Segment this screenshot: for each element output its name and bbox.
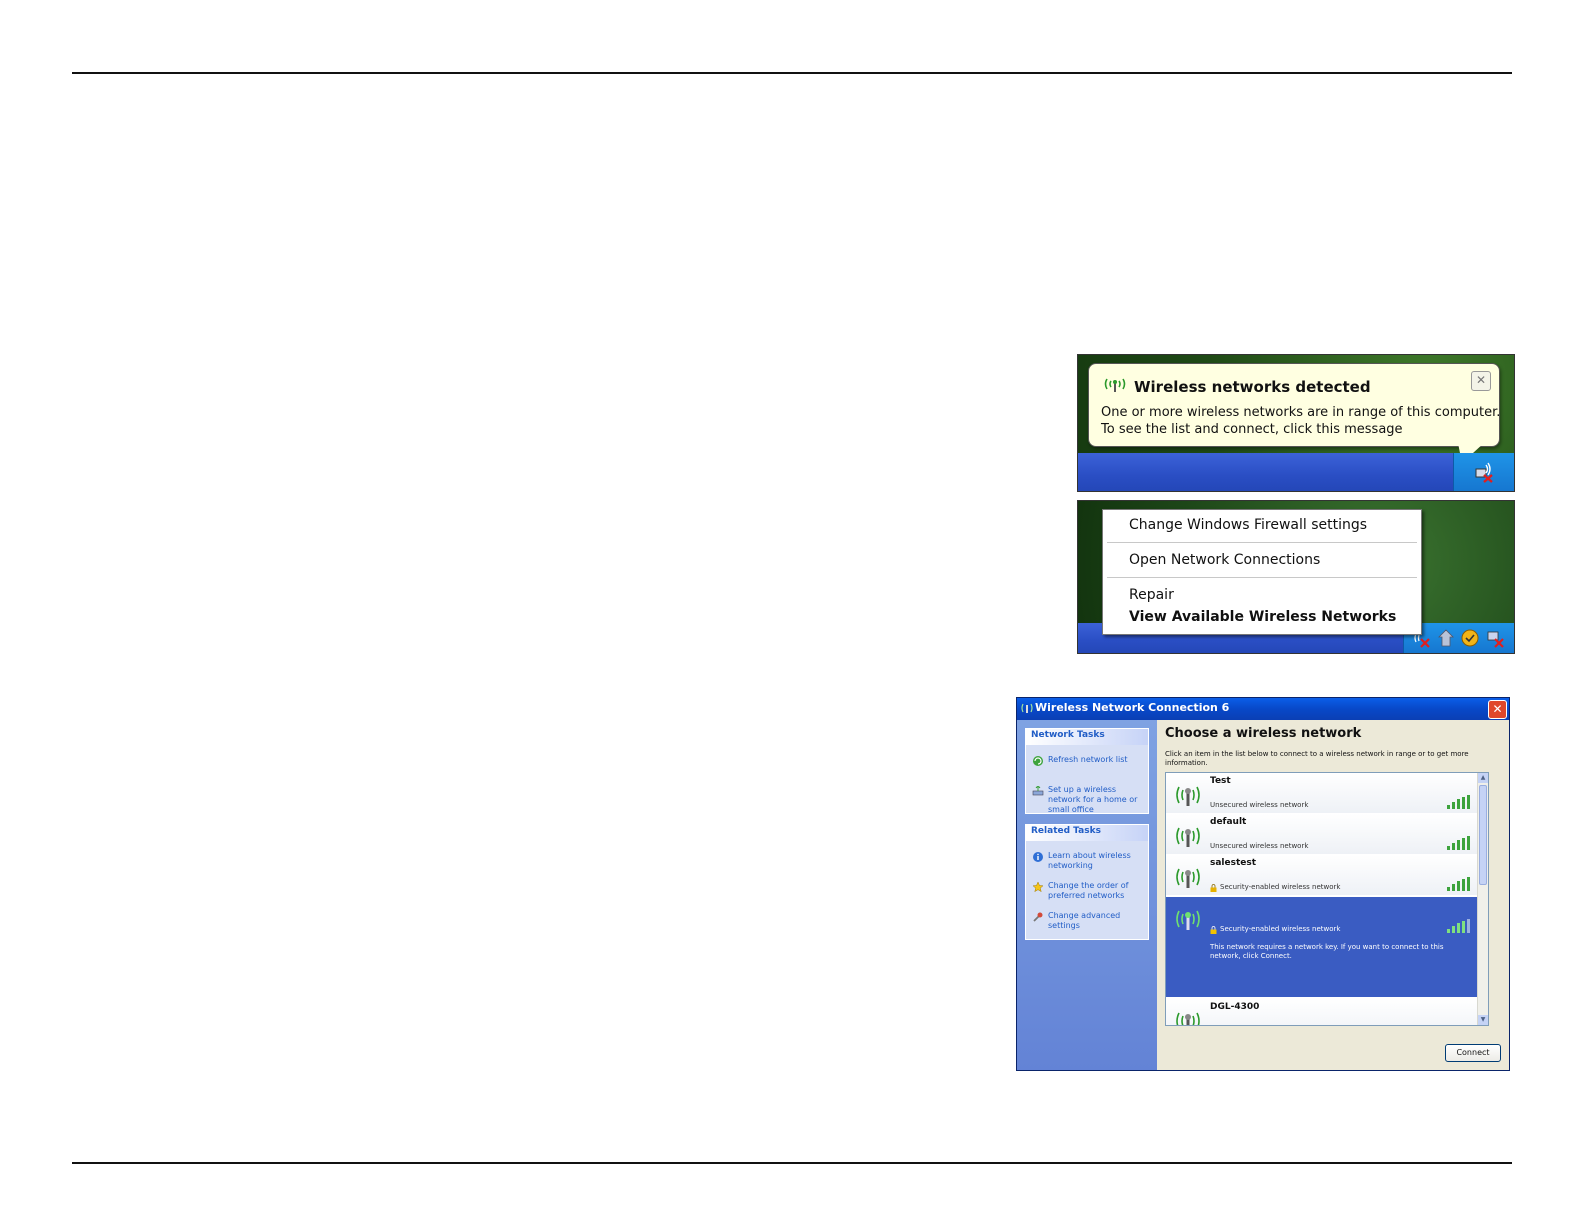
dialog-titlebar[interactable]: Wireless Network Connection 6 ✕ xyxy=(1017,698,1509,720)
wireless-icon xyxy=(1104,378,1126,392)
wireless-antenna-icon xyxy=(1176,786,1200,806)
info-icon xyxy=(1033,852,1043,862)
change-order-preferred-link[interactable]: Change the order of preferred networks xyxy=(1048,881,1146,901)
network-tasks-header: Network Tasks xyxy=(1026,729,1148,745)
network-security: Unsecured wireless network xyxy=(1210,801,1309,809)
network-name: default xyxy=(1210,817,1247,827)
menu-item-firewall-settings[interactable]: Change Windows Firewall settings xyxy=(1129,517,1367,533)
signal-strength-icon xyxy=(1446,1019,1472,1026)
scroll-up-arrow-icon[interactable]: ▲ xyxy=(1478,773,1488,783)
task-pane: Network Tasks Refresh network list Set u… xyxy=(1017,720,1157,1070)
menu-separator xyxy=(1107,577,1417,578)
wireless-antenna-icon xyxy=(1176,1012,1200,1025)
main-content: Choose a wireless network Click an item … xyxy=(1157,720,1509,1070)
dialog-title: Wireless Network Connection 6 xyxy=(1035,701,1230,714)
balloon-line-1: One or more wireless networks are in ran… xyxy=(1101,405,1501,420)
network-item-selected[interactable]: Security-enabled wireless network This n… xyxy=(1166,897,1478,997)
refresh-icon xyxy=(1033,756,1043,766)
network-name: Test xyxy=(1210,776,1231,786)
network-security: Security-enabled wireless network xyxy=(1220,925,1341,933)
balloon-screenshot: Wireless networks detected ✕ One or more… xyxy=(1077,354,1515,492)
page-title: Choose a wireless network xyxy=(1165,726,1362,741)
network-disconnected-icon[interactable] xyxy=(1486,628,1506,648)
network-item-default[interactable]: default Unsecured wireless network xyxy=(1166,814,1478,854)
connect-button[interactable]: Connect xyxy=(1445,1044,1501,1062)
balloon-message: One or more wireless networks are in ran… xyxy=(1101,404,1500,438)
network-item-test[interactable]: Test Unsecured wireless network xyxy=(1166,773,1478,813)
lock-icon xyxy=(1210,884,1217,892)
network-list-scrollbar[interactable]: ▲ ▼ xyxy=(1477,773,1488,1025)
close-button[interactable]: ✕ xyxy=(1488,700,1507,719)
signal-strength-icon xyxy=(1447,795,1470,809)
wireless-network-dialog: Wireless Network Connection 6 ✕ Network … xyxy=(1016,697,1510,1071)
network-security: Security-enabled wireless network xyxy=(1220,883,1341,891)
lock-icon xyxy=(1210,926,1217,934)
wireless-antenna-icon xyxy=(1176,868,1200,888)
menu-item-view-available-networks[interactable]: View Available Wireless Networks xyxy=(1129,609,1396,625)
wireless-antenna-icon xyxy=(1176,910,1200,930)
instructions-text: Click an item in the list below to conne… xyxy=(1165,750,1469,767)
top-rule xyxy=(72,72,1512,74)
menu-item-repair[interactable]: Repair xyxy=(1129,587,1174,603)
tray-context-menu: Change Windows Firewall settings Open Ne… xyxy=(1102,509,1422,635)
refresh-network-list-link[interactable]: Refresh network list xyxy=(1048,755,1146,765)
wireless-icon xyxy=(1021,703,1033,713)
related-tasks-box: Related Tasks Learn about wireless netwo… xyxy=(1025,824,1149,940)
signal-strength-icon xyxy=(1447,836,1470,850)
menu-item-open-network-connections[interactable]: Open Network Connections xyxy=(1129,552,1320,568)
setup-network-icon xyxy=(1032,786,1044,796)
signal-strength-icon xyxy=(1447,919,1470,933)
star-icon xyxy=(1032,881,1044,893)
learn-about-wireless-link[interactable]: Learn about wireless networking xyxy=(1048,851,1146,871)
network-tasks-box: Network Tasks Refresh network list Set u… xyxy=(1025,728,1149,814)
menu-separator xyxy=(1107,542,1417,543)
network-item-salestest[interactable]: salestest Security-enabled wireless netw… xyxy=(1166,855,1478,895)
notification-balloon[interactable]: Wireless networks detected ✕ One or more… xyxy=(1088,363,1500,447)
signal-strength-icon xyxy=(1447,877,1470,891)
network-name: DGL-4300 xyxy=(1210,1002,1260,1012)
taskbar xyxy=(1078,453,1514,491)
network-status-icon[interactable] xyxy=(1472,461,1494,483)
network-key-note: This network requires a network key. If … xyxy=(1210,943,1444,960)
bottom-rule xyxy=(72,1162,1512,1164)
settings-icon xyxy=(1033,912,1043,922)
close-icon[interactable]: ✕ xyxy=(1471,371,1491,391)
wireless-antenna-icon xyxy=(1176,827,1200,847)
scroll-down-arrow-icon[interactable]: ▼ xyxy=(1478,1015,1488,1025)
network-security: Unsecured wireless network xyxy=(1210,842,1309,850)
system-tray xyxy=(1453,453,1514,491)
related-tasks-header: Related Tasks xyxy=(1026,825,1148,841)
security-center-icon[interactable] xyxy=(1460,628,1480,648)
security-shield-icon[interactable] xyxy=(1436,628,1456,648)
context-menu-screenshot: Change Windows Firewall settings Open Ne… xyxy=(1077,500,1515,654)
network-list: Test Unsecured wireless network default … xyxy=(1165,772,1489,1026)
setup-wireless-network-link[interactable]: Set up a wireless network for a home or … xyxy=(1048,785,1146,815)
change-advanced-settings-link[interactable]: Change advanced settings xyxy=(1048,911,1146,931)
scroll-thumb[interactable] xyxy=(1479,785,1487,885)
balloon-title: Wireless networks detected xyxy=(1134,378,1371,396)
network-item-dgl-4300[interactable]: DGL-4300 xyxy=(1166,999,1478,1026)
network-name: salestest xyxy=(1210,858,1257,868)
balloon-line-2: To see the list and connect, click this … xyxy=(1101,422,1403,437)
